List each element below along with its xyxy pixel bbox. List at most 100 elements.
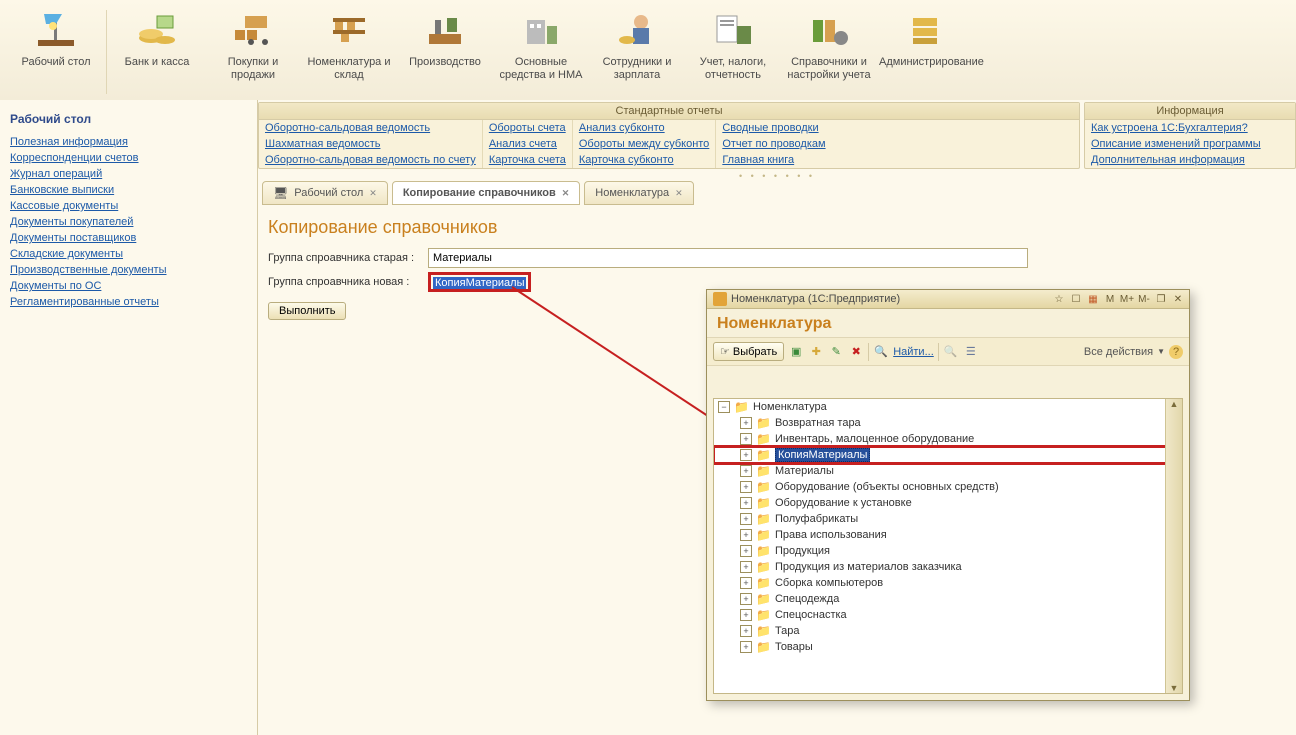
tab-0[interactable]: 🖥Рабочий стол✕ [262, 181, 388, 205]
ribbon-nomenklatura-sklad[interactable]: Номенклатура и склад [301, 4, 397, 100]
sidebar-link-1[interactable]: Корреспонденции счетов [10, 150, 257, 166]
expand-icon[interactable] [740, 465, 752, 477]
tree-node[interactable]: 📁Материалы [714, 463, 1182, 479]
tree-node[interactable]: 📁Сборка компьютеров [714, 575, 1182, 591]
ribbon-proizvodstvo[interactable]: Производство [397, 4, 493, 100]
list-settings-icon[interactable]: ☰ [963, 344, 979, 360]
tree-node[interactable]: 📁Полуфабрикаты [714, 511, 1182, 527]
sidebar-link-10[interactable]: Регламентированные отчеты [10, 294, 257, 310]
expand-icon[interactable] [740, 513, 752, 525]
help-icon[interactable]: ? [1169, 345, 1183, 359]
report-link[interactable]: Карточка субконто [573, 152, 715, 168]
find-link[interactable]: Найти... [893, 346, 934, 358]
tree-node[interactable]: 📁Продукция из материалов заказчика [714, 559, 1182, 575]
titlebar-calc-icon[interactable]: ☐ [1069, 292, 1083, 306]
titlebar-mminus-button[interactable]: M- [1137, 292, 1151, 306]
report-link[interactable]: Шахматная ведомость [259, 136, 482, 152]
sidebar-link-4[interactable]: Кассовые документы [10, 198, 257, 214]
sidebar-link-5[interactable]: Документы покупателей [10, 214, 257, 230]
sidebar-link-7[interactable]: Складские документы [10, 246, 257, 262]
tree-node[interactable]: 📁Продукция [714, 543, 1182, 559]
titlebar-star-icon[interactable]: ☆ [1052, 292, 1066, 306]
report-link[interactable]: Оборотно-сальдовая ведомость [259, 120, 482, 136]
report-link[interactable]: Анализ счета [483, 136, 572, 152]
edit-icon[interactable]: ✎ [828, 344, 844, 360]
dialog-titlebar[interactable]: Номенклатура (1С:Предприятие) ☆ ☐ ▦ M M+… [707, 290, 1189, 309]
tab-close-icon[interactable]: ✕ [675, 188, 683, 199]
ribbon-uchet-nalogi[interactable]: Учет, налоги, отчетность [685, 4, 781, 100]
expand-icon[interactable] [740, 449, 752, 461]
tree-node[interactable]: 📁Спецодежда [714, 591, 1182, 607]
scrollbar-vertical[interactable] [1165, 399, 1182, 693]
report-link[interactable]: Обороты счета [483, 120, 572, 136]
expand-icon[interactable] [740, 609, 752, 621]
expand-icon[interactable] [740, 529, 752, 541]
sidebar-link-2[interactable]: Журнал операций [10, 166, 257, 182]
expand-icon[interactable] [740, 641, 752, 653]
report-link[interactable]: Отчет по проводкам [716, 136, 831, 152]
tree-view[interactable]: 📁Номенклатура📁Возвратная тара📁Инвентарь,… [713, 398, 1183, 694]
tab-close-icon[interactable]: ✕ [369, 188, 377, 199]
report-link[interactable]: Анализ субконто [573, 120, 715, 136]
ribbon-osnovnye-sredstva[interactable]: Основные средства и НМА [493, 4, 589, 100]
titlebar-close-icon[interactable]: ✕ [1171, 292, 1185, 306]
all-actions-link[interactable]: Все действия [1084, 346, 1153, 358]
select-button[interactable]: ☞Выбрать [713, 342, 784, 361]
sidebar-link-8[interactable]: Производственные документы [10, 262, 257, 278]
expand-icon[interactable] [740, 417, 752, 429]
report-link[interactable]: Сводные проводки [716, 120, 831, 136]
tree-node[interactable]: 📁Оборудование (объекты основных средств) [714, 479, 1182, 495]
create-folder-icon[interactable]: ✚ [808, 344, 824, 360]
sidebar-link-9[interactable]: Документы по ОС [10, 278, 257, 294]
tab-2[interactable]: Номенклатура✕ [584, 181, 693, 205]
old-group-input[interactable] [428, 248, 1028, 268]
expand-icon[interactable] [718, 401, 730, 413]
delete-icon[interactable]: ✖ [848, 344, 864, 360]
panel-grip[interactable]: • • • • • • • [258, 171, 1296, 177]
tree-node[interactable]: 📁Товары [714, 639, 1182, 655]
ribbon-rabochiy-stol[interactable]: Рабочий стол [8, 4, 104, 100]
tree-node[interactable]: 📁Права использования [714, 527, 1182, 543]
find-icon[interactable]: 🔍 [873, 344, 889, 360]
find-clear-icon[interactable]: 🔍 [943, 344, 959, 360]
tree-node[interactable]: 📁Инвентарь, малоценное оборудование [714, 431, 1182, 447]
tree-node[interactable]: 📁Оборудование к установке [714, 495, 1182, 511]
report-link[interactable]: Главная книга [716, 152, 831, 168]
ribbon-spravochniki-nastroyki[interactable]: Справочники и настройки учета [781, 4, 877, 100]
tree-node[interactable]: 📁КопияМатериалы [714, 447, 1182, 463]
expand-icon[interactable] [740, 625, 752, 637]
report-link[interactable]: Обороты между субконто [573, 136, 715, 152]
tab-close-icon[interactable]: ✕ [562, 188, 570, 199]
expand-icon[interactable] [740, 497, 752, 509]
titlebar-m-button[interactable]: M [1103, 292, 1117, 306]
info-link[interactable]: Описание изменений программы [1085, 136, 1267, 152]
expand-icon[interactable] [740, 561, 752, 573]
report-link[interactable]: Карточка счета [483, 152, 572, 168]
tree-node[interactable]: 📁Номенклатура [714, 399, 1182, 415]
report-link[interactable]: Оборотно-сальдовая ведомость по счету [259, 152, 482, 168]
ribbon-administrirovanie[interactable]: Администрирование [877, 4, 973, 100]
sidebar-link-0[interactable]: Полезная информация [10, 134, 257, 150]
titlebar-mplus-button[interactable]: M+ [1120, 292, 1134, 306]
expand-icon[interactable] [740, 545, 752, 557]
tree-node[interactable]: 📁Спецоснастка [714, 607, 1182, 623]
sidebar-link-3[interactable]: Банковские выписки [10, 182, 257, 198]
expand-icon[interactable] [740, 433, 752, 445]
info-link[interactable]: Как устроена 1С:Бухгалтерия? [1085, 120, 1267, 136]
new-group-input-highlight[interactable]: КопияМатериалы [428, 272, 531, 292]
execute-button[interactable]: Выполнить [268, 302, 346, 320]
dropdown-icon[interactable]: ▼ [1157, 347, 1165, 356]
info-link[interactable]: Дополнительная информация [1085, 152, 1267, 168]
ribbon-pokupki-prodazhi[interactable]: Покупки и продажи [205, 4, 301, 100]
expand-icon[interactable] [740, 577, 752, 589]
ribbon-bank-kassa[interactable]: Банк и касса [109, 4, 205, 100]
ribbon-sotrudniki-zarplata[interactable]: Сотрудники и зарплата [589, 4, 685, 100]
create-icon[interactable]: ▣ [788, 344, 804, 360]
sidebar-link-6[interactable]: Документы поставщиков [10, 230, 257, 246]
tab-1[interactable]: Копирование справочников✕ [392, 181, 580, 205]
expand-icon[interactable] [740, 593, 752, 605]
expand-icon[interactable] [740, 481, 752, 493]
tree-node[interactable]: 📁Тара [714, 623, 1182, 639]
titlebar-restore-icon[interactable]: ❐ [1154, 292, 1168, 306]
tree-node[interactable]: 📁Возвратная тара [714, 415, 1182, 431]
